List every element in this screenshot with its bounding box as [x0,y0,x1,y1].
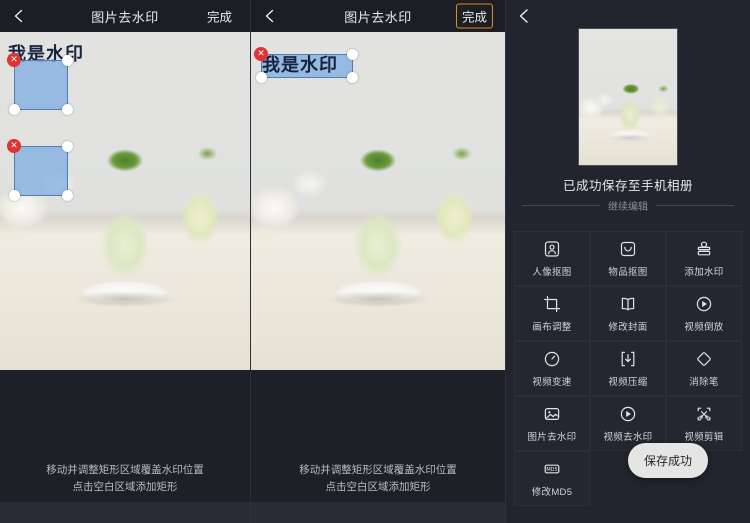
bottom-strip-left [0,502,250,523]
tool-video-speed[interactable]: 视频变速 [514,341,590,396]
toast-save-success: 保存成功 [628,443,709,478]
tool-label: 视频变速 [532,377,572,388]
tool-modify-md5[interactable]: MD5 修改MD5 [514,451,590,506]
book-cover-icon [618,294,638,314]
selection-rect-1[interactable]: ✕ [7,53,73,115]
selection-rect-2[interactable]: ✕ [7,139,73,201]
chevron-left-icon[interactable] [12,9,26,23]
page-title: 图片去水印 [91,9,159,25]
svg-text:MD5: MD5 [546,467,557,473]
tool-image-remove-watermark[interactable]: 图片去水印 [514,396,590,451]
done-button[interactable]: 完成 [455,3,493,29]
tool-add-watermark[interactable]: 添加水印 [666,231,742,286]
hint-text-mid: 移动并调整矩形区域覆盖水印位置 点击空白区域添加矩形 [251,462,505,496]
tool-label: 视频压缩 [608,377,648,388]
watermark-label: 我是水印 [262,55,338,76]
screenshot-stage: 图片去水印 完成 我是水印 ✕ ✕ 移动并调整矩形区域覆盖水印位置 点击空白区域… [0,0,750,523]
resize-handle-bottom-right[interactable] [62,104,73,115]
photo-canvas-mid[interactable]: 我是水印 ✕ [251,32,505,370]
panel-image-watermark-step2: 图片去水印 完成 我是水印 ✕ 移动并调整矩形区域覆盖水印位置 点击空白区域添加… [250,0,505,523]
result-thumbnail[interactable] [578,28,678,166]
resize-handle-top-right[interactable] [62,141,73,152]
done-button[interactable]: 完成 [201,4,238,29]
photo-canvas-left[interactable]: 我是水印 ✕ ✕ [0,32,250,370]
resize-handle-bottom-left[interactable] [9,104,20,115]
tool-label: 画布调整 [532,322,572,333]
saved-message: 已成功保存至手机相册 [562,179,693,193]
tool-label: 添加水印 [684,267,724,278]
close-icon[interactable]: ✕ [7,53,21,67]
selection-rect-1[interactable]: 我是水印 ✕ [254,47,358,83]
hint-line-2: 点击空白区域添加矩形 [325,481,431,493]
continue-edit-divider: 继续编辑 [522,198,734,213]
close-icon[interactable]: ✕ [254,47,268,61]
hint-line-1: 移动并调整矩形区域覆盖水印位置 [299,464,457,476]
thumbnail-image [579,29,677,165]
tool-person-cutout[interactable]: 人像抠图 [514,231,590,286]
panel-save-success: 已成功保存至手机相册 继续编辑 人像抠图 物品抠图 添加水印 画布调整 修改封面… [505,0,750,523]
play-reverse-icon [694,294,714,314]
video-watermark-icon [618,404,638,424]
tool-eraser[interactable]: 消除笔 [666,341,742,396]
tool-label: 图片去水印 [527,432,577,443]
scissors-icon [694,404,714,424]
resize-handle-bottom-right[interactable] [62,190,73,201]
md5-badge-icon: MD5 [542,459,562,479]
tool-object-cutout[interactable]: 物品抠图 [590,231,666,286]
person-cutout-icon [542,239,562,259]
tool-label: 人像抠图 [532,267,572,278]
resize-handle-bottom-left[interactable] [9,190,20,201]
tool-label: 消除笔 [689,377,719,388]
tool-label: 修改MD5 [531,487,573,498]
header-bar-left: 图片去水印 完成 [0,0,250,32]
hint-line-2: 点击空白区域添加矩形 [72,481,178,493]
page-title: 图片去水印 [344,9,412,25]
hint-text-left: 移动并调整矩形区域覆盖水印位置 点击空白区域添加矩形 [0,462,250,496]
bottom-strip-mid [251,502,505,523]
photo-kiwi-smoothie [251,32,505,370]
speed-gauge-icon [542,349,562,369]
divider-right [656,205,734,206]
tool-label: 视频去水印 [603,432,653,443]
tool-label: 修改封面 [608,322,648,333]
chevron-left-icon[interactable] [516,8,532,24]
tool-change-cover[interactable]: 修改封面 [590,286,666,341]
tool-canvas-adjust[interactable]: 画布调整 [514,286,590,341]
stamp-icon [694,239,714,259]
tool-label: 视频倒放 [684,322,724,333]
object-cutout-icon [618,239,638,259]
tool-label: 物品抠图 [608,267,648,278]
image-watermark-icon [542,404,562,424]
resize-handle-bottom-right[interactable] [347,72,358,83]
chevron-left-icon[interactable] [263,9,277,23]
divider-left [522,205,600,206]
header-bar-mid: 图片去水印 完成 [251,0,505,32]
resize-handle-bottom-left[interactable] [256,72,267,83]
tool-video-compress[interactable]: 视频压缩 [590,341,666,396]
resize-handle-top-right[interactable] [62,55,73,66]
tool-label: 视频剪辑 [684,432,724,443]
hint-line-1: 移动并调整矩形区域覆盖水印位置 [46,464,204,476]
compress-download-icon [618,349,638,369]
close-icon[interactable]: ✕ [7,139,21,153]
panel-image-watermark-step1: 图片去水印 完成 我是水印 ✕ ✕ 移动并调整矩形区域覆盖水印位置 点击空白区域… [0,0,250,523]
resize-handle-top-right[interactable] [347,49,358,60]
continue-edit-label: 继续编辑 [608,202,648,213]
crop-icon [542,294,562,314]
tool-video-reverse[interactable]: 视频倒放 [666,286,742,341]
eraser-icon [694,349,714,369]
